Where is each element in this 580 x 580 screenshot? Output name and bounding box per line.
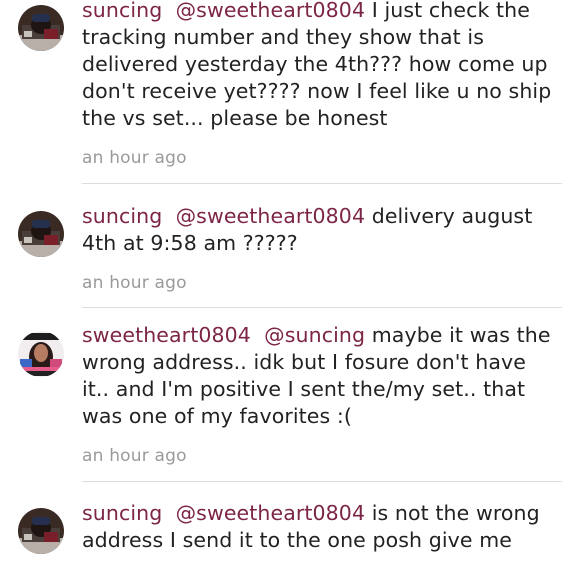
comment-mention[interactable]: @sweetheart0804 — [176, 501, 366, 525]
comment-text: sweetheart0804 @suncing maybe it was the… — [82, 322, 552, 430]
comment-text: suncing @sweetheart0804 is not the wrong… — [82, 500, 552, 554]
comment-text: suncing @sweetheart0804 delivery august … — [82, 203, 552, 257]
comment-divider — [82, 183, 562, 184]
sweetheart0804-avatar-icon — [18, 331, 64, 377]
suncing-avatar-icon — [18, 211, 64, 257]
comment-divider — [82, 481, 562, 482]
comment-timestamp: an hour ago — [82, 446, 187, 466]
user-avatar[interactable] — [18, 331, 64, 377]
comment-text: suncing @sweetheart0804 I just check the… — [82, 0, 552, 132]
user-avatar[interactable] — [18, 5, 64, 51]
comment-username[interactable]: suncing — [82, 501, 162, 525]
comment-username[interactable]: suncing — [82, 204, 162, 228]
comment-mention[interactable]: @sweetheart0804 — [176, 0, 366, 22]
comment-mention[interactable]: @sweetheart0804 — [176, 204, 366, 228]
comment-mention[interactable]: @suncing — [264, 323, 365, 347]
user-avatar[interactable] — [18, 211, 64, 257]
comment-username[interactable]: suncing — [82, 0, 162, 22]
suncing-avatar-icon — [18, 5, 64, 51]
comment-divider — [82, 307, 562, 308]
user-avatar[interactable] — [18, 508, 64, 554]
comment-username[interactable]: sweetheart0804 — [82, 323, 251, 347]
suncing-avatar-icon — [18, 508, 64, 554]
comment-timestamp: an hour ago — [82, 273, 187, 293]
comment-timestamp: an hour ago — [82, 148, 187, 168]
